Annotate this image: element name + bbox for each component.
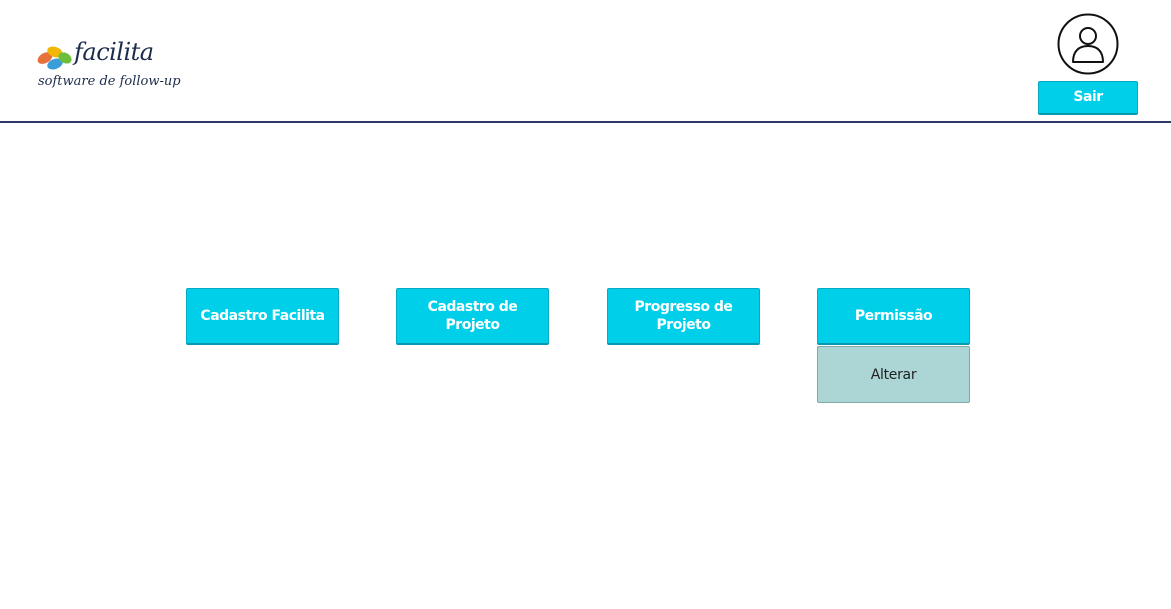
cadastro-projeto-button[interactable]: Cadastro de Projeto	[396, 288, 549, 345]
permissao-button[interactable]: Permissão	[817, 288, 970, 345]
logout-button[interactable]: Sair	[1038, 81, 1138, 115]
user-icon[interactable]	[1057, 13, 1119, 75]
cadastro-facilita-button[interactable]: Cadastro Facilita	[186, 288, 339, 345]
app-header: facilita software de follow-up Sair	[0, 0, 1171, 123]
logo-wordmark: facilita	[74, 38, 154, 66]
logo-tagline: software de follow-up	[38, 74, 181, 89]
progresso-projeto-button[interactable]: Progresso de Projeto	[607, 288, 760, 345]
logo-mark-icon	[37, 46, 72, 70]
facilita-logo: facilita software de follow-up	[34, 38, 184, 96]
alterar-button[interactable]: Alterar	[817, 346, 970, 403]
